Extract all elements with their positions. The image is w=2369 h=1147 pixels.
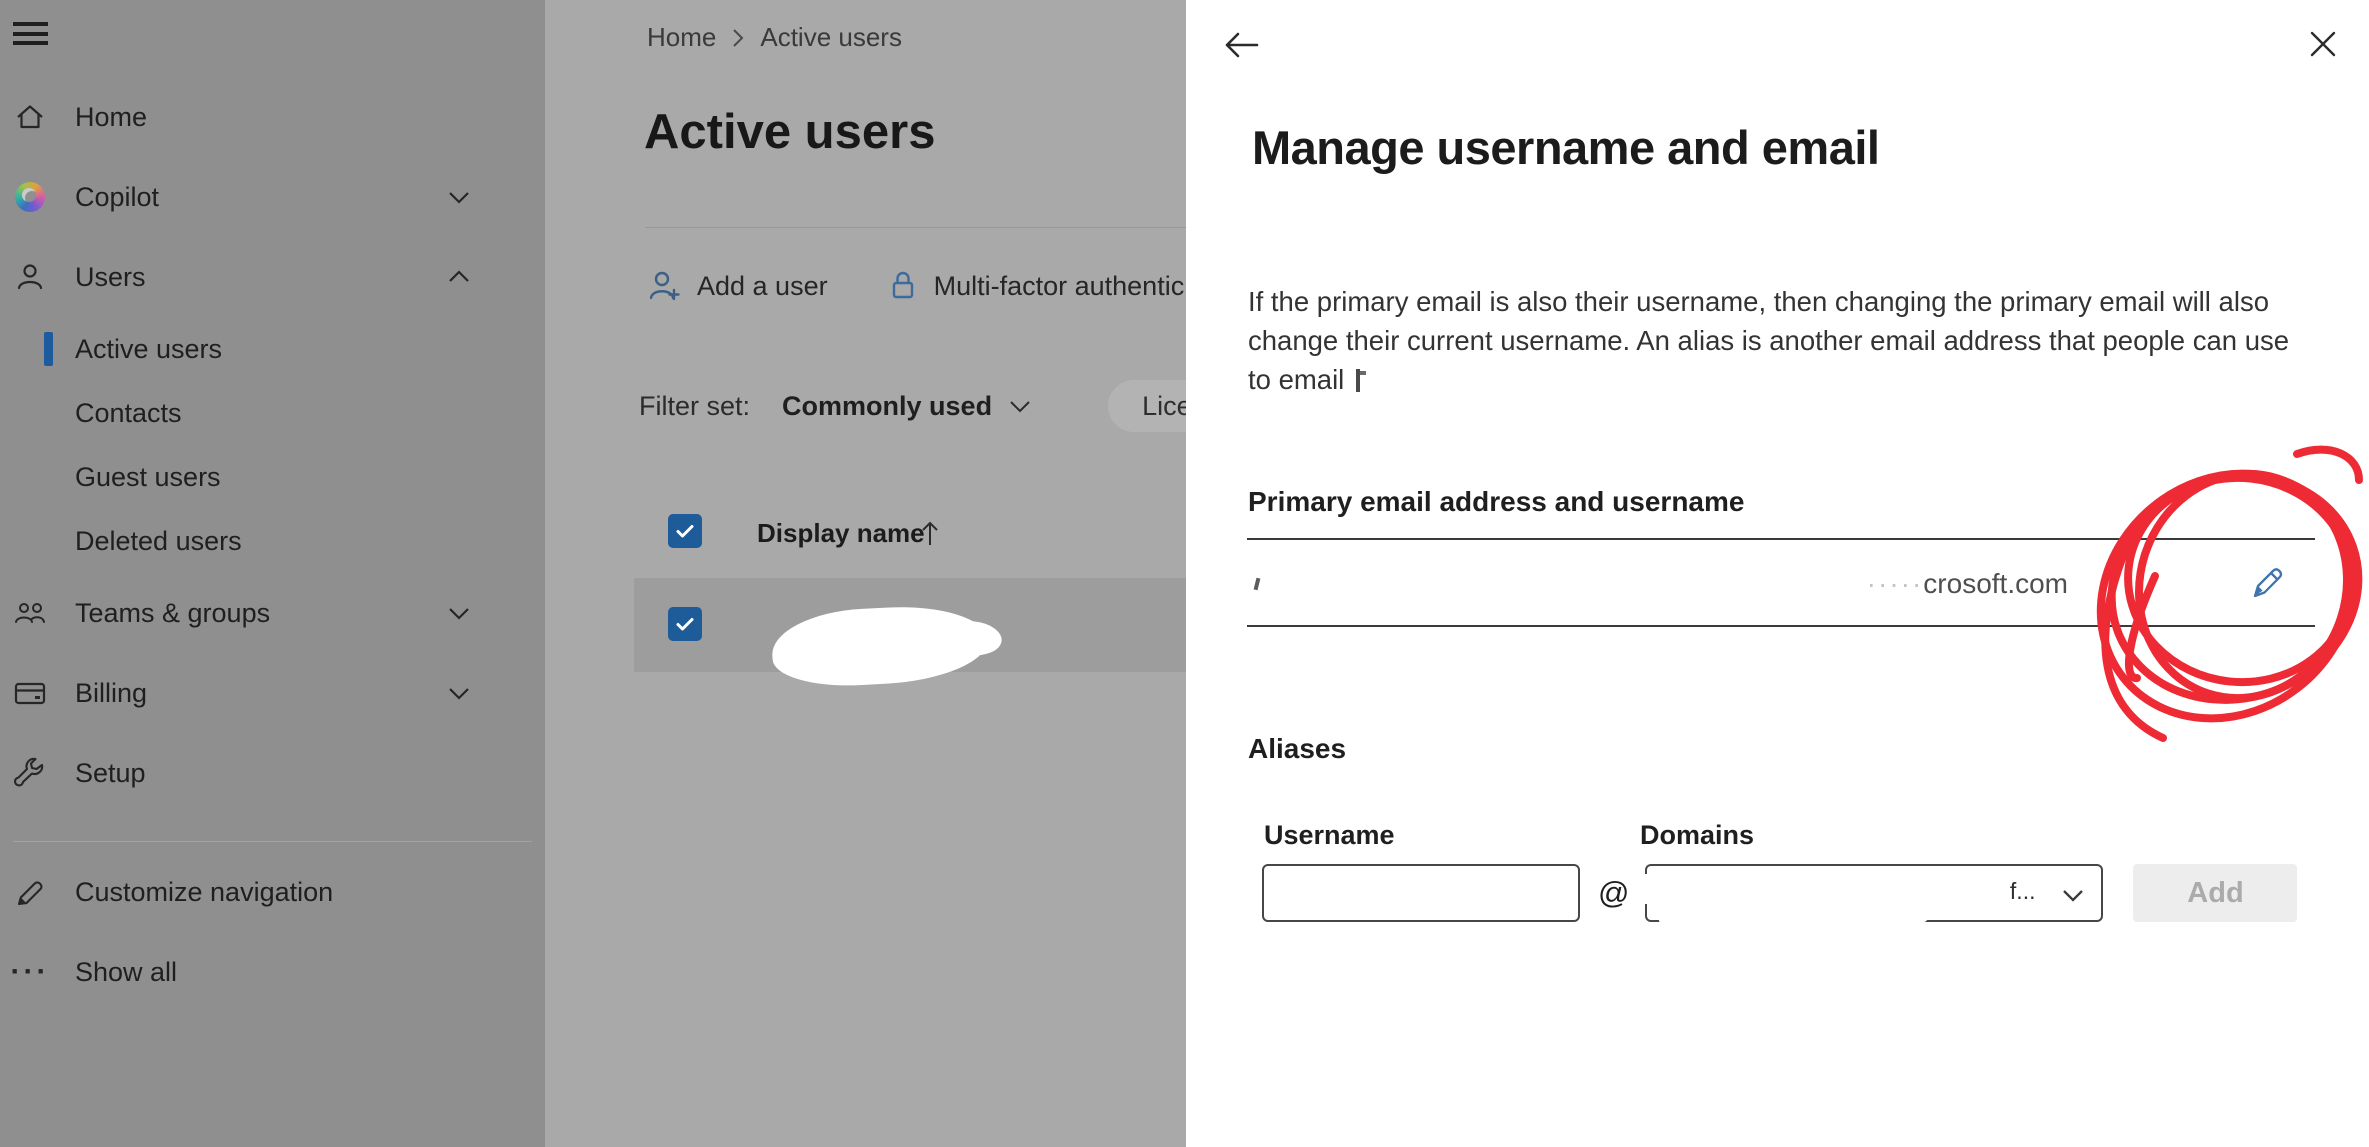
page-title: Active users bbox=[644, 104, 935, 160]
copilot-icon bbox=[13, 180, 47, 214]
redaction-whiteout bbox=[1797, 913, 1927, 927]
sidebar-item-customize-navigation[interactable]: Customize navigation bbox=[0, 852, 545, 932]
active-indicator bbox=[44, 332, 53, 366]
panel-description: If the primary email is also their usern… bbox=[1248, 282, 2338, 399]
pencil-icon bbox=[13, 875, 47, 909]
domains-label: Domains bbox=[1640, 820, 1754, 851]
wrench-icon bbox=[13, 756, 47, 790]
sidebar-item-contacts[interactable]: Contacts bbox=[0, 381, 545, 445]
row-checkbox[interactable] bbox=[668, 607, 702, 641]
sidebar-item-label: Contacts bbox=[75, 398, 182, 429]
sidebar-item-label: Guest users bbox=[75, 462, 221, 493]
sidebar-item-label: Active users bbox=[75, 334, 222, 365]
email-domain: crosoft.com bbox=[1923, 568, 2068, 599]
close-icon[interactable] bbox=[2305, 26, 2341, 62]
breadcrumb-current: Active users bbox=[760, 22, 902, 53]
sidebar-item-setup[interactable]: Setup bbox=[0, 733, 545, 813]
redacted-display-name bbox=[770, 602, 990, 689]
add-alias-button[interactable]: Add bbox=[2133, 864, 2297, 922]
redacted-text-remnant bbox=[1254, 578, 1261, 591]
lock-icon bbox=[886, 268, 920, 304]
primary-email-row: ·····crosoft.com bbox=[1247, 538, 2315, 627]
back-button[interactable] bbox=[1222, 26, 1262, 64]
sidebar-item-label: Users bbox=[75, 262, 146, 293]
sidebar-item-deleted-users[interactable]: Deleted users bbox=[0, 509, 545, 573]
multi-factor-auth-button[interactable]: Multi-factor authentic bbox=[886, 268, 1185, 304]
main-content: Home Active users Active users Add a use… bbox=[545, 0, 1186, 1147]
m365-admin-app: Home Copilot Users Active bbox=[0, 0, 2369, 1147]
chevron-down-icon bbox=[446, 680, 472, 706]
sidebar-item-label: Copilot bbox=[75, 182, 159, 213]
username-input[interactable] bbox=[1262, 864, 1580, 922]
breadcrumb-chevron-icon bbox=[730, 26, 746, 50]
sidebar-item-label: Teams & groups bbox=[75, 598, 270, 629]
redaction-whiteout bbox=[1641, 874, 1655, 904]
add-user-button[interactable]: Add a user bbox=[647, 268, 828, 304]
redacted-domain-remnant: f... bbox=[2010, 878, 2036, 905]
domains-dropdown[interactable]: f... bbox=[1645, 864, 2103, 922]
mfa-label: Multi-factor authentic bbox=[934, 271, 1185, 302]
chevron-down-icon bbox=[446, 600, 472, 626]
column-header-display-name[interactable]: Display name bbox=[757, 518, 925, 549]
people-group-icon bbox=[13, 596, 47, 630]
chevron-down-icon bbox=[2059, 882, 2087, 910]
breadcrumb-home-link[interactable]: Home bbox=[647, 22, 716, 53]
sidebar-item-label: Customize navigation bbox=[75, 877, 333, 908]
hamburger-menu-icon[interactable] bbox=[13, 22, 49, 48]
sidebar-nav: Home Copilot Users Active bbox=[0, 77, 545, 1012]
person-icon bbox=[13, 260, 47, 294]
redacted-text-remnant bbox=[1356, 369, 1360, 392]
filter-row: Filter set: Commonly used License bbox=[639, 378, 1186, 434]
filter-set-label: Filter set: bbox=[639, 391, 750, 422]
username-label: Username bbox=[1264, 820, 1395, 851]
sidebar-item-active-users[interactable]: Active users bbox=[0, 317, 545, 381]
chevron-down-icon[interactable] bbox=[1008, 394, 1032, 418]
filter-set-value[interactable]: Commonly used bbox=[782, 391, 992, 422]
sidebar-item-copilot[interactable]: Copilot bbox=[0, 157, 545, 237]
toolbar: Add a user Multi-factor authentic bbox=[647, 258, 1184, 314]
sort-ascending-icon bbox=[917, 517, 943, 547]
license-filter-pill[interactable]: License bbox=[1108, 380, 1186, 432]
primary-email-heading: Primary email address and username bbox=[1248, 486, 1744, 518]
manage-username-panel: Manage username and email If the primary… bbox=[1186, 0, 2369, 1147]
home-icon bbox=[13, 100, 47, 134]
sidebar: Home Copilot Users Active bbox=[0, 0, 545, 1147]
sidebar-item-label: Deleted users bbox=[75, 526, 242, 557]
sidebar-item-label: Home bbox=[75, 102, 147, 133]
aliases-heading: Aliases bbox=[1248, 733, 1346, 765]
divider bbox=[645, 227, 1186, 228]
chevron-up-icon bbox=[446, 264, 472, 290]
sidebar-item-label: Setup bbox=[75, 758, 146, 789]
select-all-checkbox[interactable] bbox=[668, 514, 702, 548]
sidebar-item-show-all[interactable]: ··· Show all bbox=[0, 932, 545, 1012]
person-add-icon bbox=[647, 268, 683, 304]
sidebar-item-guest-users[interactable]: Guest users bbox=[0, 445, 545, 509]
redacted-email-prefix: ····· bbox=[1867, 568, 1924, 599]
alias-input-row: @ f... Add bbox=[1262, 864, 2297, 922]
sidebar-item-users[interactable]: Users bbox=[0, 237, 545, 317]
chevron-down-icon bbox=[446, 184, 472, 210]
table-row[interactable] bbox=[634, 578, 1186, 672]
panel-title: Manage username and email bbox=[1252, 120, 1879, 175]
sidebar-item-teams-groups[interactable]: Teams & groups bbox=[0, 573, 545, 653]
add-user-label: Add a user bbox=[697, 271, 828, 302]
breadcrumb: Home Active users bbox=[647, 22, 902, 53]
primary-email-value: ·····crosoft.com bbox=[1867, 568, 2068, 600]
credit-card-icon bbox=[13, 676, 47, 710]
sidebar-divider bbox=[13, 841, 532, 842]
ellipsis-icon: ··· bbox=[13, 955, 47, 989]
sidebar-item-label: Show all bbox=[75, 957, 177, 988]
sidebar-item-home[interactable]: Home bbox=[0, 77, 545, 157]
table-header: Display name bbox=[545, 505, 1186, 563]
edit-pencil-icon[interactable] bbox=[2245, 562, 2287, 604]
sidebar-item-label: Billing bbox=[75, 678, 147, 709]
sidebar-item-billing[interactable]: Billing bbox=[0, 653, 545, 733]
at-separator: @ bbox=[1598, 875, 1629, 911]
